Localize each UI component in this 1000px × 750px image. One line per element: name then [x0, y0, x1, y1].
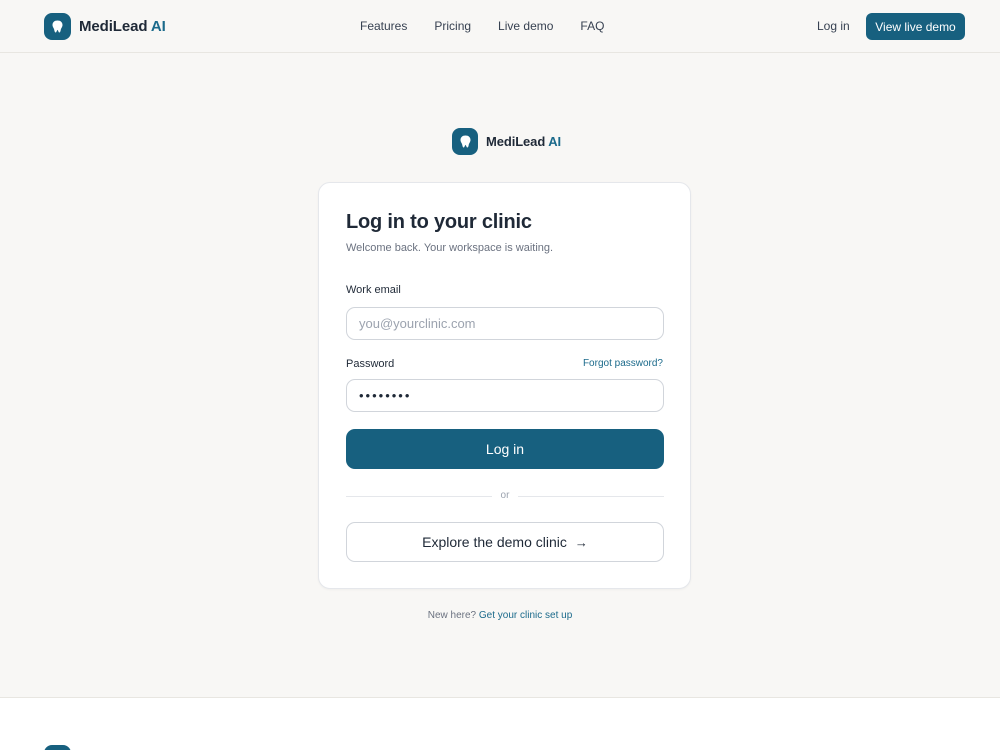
- tooth-icon: [452, 128, 478, 155]
- header-login-link[interactable]: Log in: [817, 19, 850, 33]
- page-title: Log in to your clinic: [346, 211, 532, 233]
- explore-demo-button[interactable]: Explore the demo clinic →: [346, 522, 664, 562]
- email-field[interactable]: [346, 307, 664, 340]
- or-divider: or: [346, 490, 664, 502]
- arrow-right-icon: →: [574, 534, 588, 550]
- main-nav: Features Pricing Live demo FAQ: [360, 19, 604, 33]
- login-card: Log in to your clinic Welcome back. Your…: [318, 182, 691, 589]
- nav-features[interactable]: Features: [360, 19, 407, 33]
- nav-faq[interactable]: FAQ: [580, 19, 604, 33]
- footer-logo: [44, 745, 71, 750]
- view-live-demo-button[interactable]: View live demo: [866, 13, 965, 40]
- email-label: Work email: [346, 284, 401, 296]
- nav-live-demo[interactable]: Live demo: [498, 19, 553, 33]
- center-brand-logo: MediLead AI: [452, 128, 561, 155]
- tooth-icon: [44, 13, 71, 40]
- forgot-password-link[interactable]: Forgot password?: [583, 358, 663, 369]
- signup-text: New here?: [427, 610, 477, 621]
- explore-demo-label: Explore the demo clinic: [422, 534, 567, 550]
- brand-ai-suffix: AI: [150, 18, 166, 35]
- login-button[interactable]: Log in: [346, 429, 664, 469]
- brand-name: MediLead AI: [79, 18, 166, 35]
- nav-pricing[interactable]: Pricing: [434, 19, 471, 33]
- center-brand-name: MediLead AI: [486, 134, 561, 149]
- divider-line-right: [518, 496, 664, 497]
- brand-logo[interactable]: MediLead AI: [44, 13, 166, 40]
- page-footer: [0, 697, 1000, 750]
- password-field[interactable]: [346, 379, 664, 412]
- signup-link[interactable]: Get your clinic set up: [479, 610, 572, 621]
- page-subtitle: Welcome back. Your workspace is waiting.: [346, 242, 554, 254]
- center-brand-ai-suffix: AI: [548, 134, 561, 149]
- password-label: Password: [346, 358, 395, 370]
- signup-prompt: New here? Get your clinic set up: [0, 610, 1000, 621]
- top-navigation: MediLead AI Features Pricing Live demo F…: [0, 0, 1000, 53]
